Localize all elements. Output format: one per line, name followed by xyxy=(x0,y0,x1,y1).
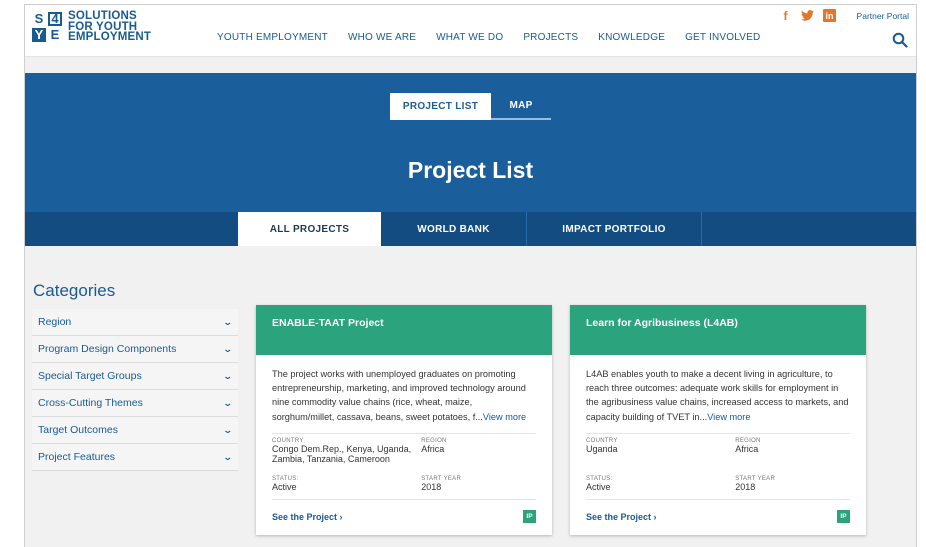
impact-portfolio-badge: IP xyxy=(523,509,536,523)
see-project-link[interactable]: See the Project › xyxy=(586,507,657,525)
start-year-value: 2018 xyxy=(421,482,442,492)
twitter-icon[interactable] xyxy=(801,9,814,22)
tab-world-bank[interactable]: WORLD BANK xyxy=(381,212,527,246)
project-card-description: The project works with unemployed gradua… xyxy=(256,355,552,433)
status-value: Active xyxy=(272,482,297,492)
category-region[interactable]: Region ⌄ xyxy=(32,309,238,336)
logo-letter-4: 4 xyxy=(48,11,62,26)
categories-filter-list: Region ⌄ Program Design Components ⌄ Spe… xyxy=(32,309,238,471)
see-project-label: See the Project xyxy=(272,512,338,522)
chevron-down-icon: ⌄ xyxy=(222,316,234,327)
nav-youth-employment[interactable]: YOUTH EMPLOYMENT xyxy=(217,32,328,43)
logo-letter-e: E xyxy=(50,26,60,42)
logo-mark: S 4 Y E xyxy=(32,10,62,42)
logo-line-3: EMPLOYMENT xyxy=(68,31,152,43)
project-card: Learn for Agribusiness (L4AB) L4AB enabl… xyxy=(570,305,866,535)
card-footer: See the Project › IP xyxy=(272,499,536,525)
chevron-down-icon: ⌄ xyxy=(222,451,234,462)
chevron-down-icon: ⌄ xyxy=(222,343,234,354)
category-program-design[interactable]: Program Design Components ⌄ xyxy=(32,336,238,363)
nav-what-we-do[interactable]: WHAT WE DO xyxy=(436,32,503,43)
facebook-icon[interactable]: f xyxy=(779,9,792,23)
nav-get-involved[interactable]: GET INVOLVED xyxy=(685,32,760,43)
category-label: Cross-Cutting Themes xyxy=(38,397,143,409)
site-header: S 4 Y E SOLUTIONS FOR YOUTH EMPLOYMENT Y… xyxy=(25,5,916,57)
view-more-link[interactable]: View more xyxy=(707,412,750,422)
country-value: Uganda xyxy=(586,444,618,454)
categories-heading: Categories xyxy=(33,281,116,300)
project-list-toggle[interactable]: PROJECT LIST xyxy=(390,93,491,120)
hero-banner: PROJECT LIST MAP Project List ALL PROJEC… xyxy=(25,73,916,246)
category-label: Region xyxy=(38,316,72,328)
tab-all-projects[interactable]: ALL PROJECTS xyxy=(238,212,381,246)
chevron-down-icon: ⌄ xyxy=(222,424,234,435)
category-cross-cutting-themes[interactable]: Cross-Cutting Themes ⌄ xyxy=(32,390,238,417)
region-value: Africa xyxy=(735,444,759,454)
nav-knowledge[interactable]: KNOWLEDGE xyxy=(598,32,665,43)
chevron-down-icon: ⌄ xyxy=(222,370,234,381)
region-value: Africa xyxy=(421,444,445,454)
category-label: Target Outcomes xyxy=(38,424,118,436)
map-toggle[interactable]: MAP xyxy=(491,93,551,120)
project-card: ENABLE-TAAT Project The project works wi… xyxy=(256,305,552,535)
nav-who-we-are[interactable]: WHO WE ARE xyxy=(348,32,416,43)
search-icon[interactable] xyxy=(892,32,908,48)
impact-portfolio-badge: IP xyxy=(837,509,850,523)
nav-projects[interactable]: PROJECTS xyxy=(523,32,578,43)
logo-letter-y: Y xyxy=(32,27,46,42)
partner-portal-link[interactable]: Partner Portal xyxy=(857,11,909,21)
project-meta: COUNTRY Uganda REGION Africa STATUS: Act… xyxy=(586,438,850,492)
category-label: Special Target Groups xyxy=(38,370,142,382)
page-title: Project List xyxy=(407,157,534,183)
tab-impact-portfolio[interactable]: IMPACT PORTFOLIO xyxy=(527,212,702,246)
divider xyxy=(586,433,850,434)
chevron-right-icon: › xyxy=(651,512,657,522)
country-value: Congo Dem.Rep., Kenya, Uganda, Zambia, T… xyxy=(272,444,412,464)
project-tabs: ALL PROJECTS WORLD BANK IMPACT PORTFOLIO xyxy=(25,212,916,246)
view-toggle: PROJECT LIST MAP xyxy=(390,93,551,120)
linkedin-icon[interactable]: in xyxy=(823,9,836,22)
chevron-right-icon: › xyxy=(337,512,343,522)
status-value: Active xyxy=(586,482,611,492)
category-project-features[interactable]: Project Features ⌄ xyxy=(32,444,238,471)
category-label: Project Features xyxy=(38,451,116,463)
page-frame: S 4 Y E SOLUTIONS FOR YOUTH EMPLOYMENT Y… xyxy=(24,4,917,547)
view-more-link[interactable]: View more xyxy=(483,412,526,422)
project-card-description: L4AB enables youth to make a decent livi… xyxy=(570,355,866,433)
start-year-value: 2018 xyxy=(735,482,756,492)
project-card-title[interactable]: ENABLE-TAAT Project xyxy=(256,305,552,355)
social-links: f in xyxy=(779,9,836,23)
see-project-link[interactable]: See the Project › xyxy=(272,507,343,525)
project-card-title[interactable]: Learn for Agribusiness (L4AB) xyxy=(570,305,866,355)
project-meta: COUNTRY Congo Dem.Rep., Kenya, Uganda, Z… xyxy=(272,438,536,492)
divider xyxy=(272,433,536,434)
category-label: Program Design Components xyxy=(38,343,177,355)
logo-letter-s: S xyxy=(34,10,44,26)
main-nav: YOUTH EMPLOYMENT WHO WE ARE WHAT WE DO P… xyxy=(217,32,780,43)
category-target-outcomes[interactable]: Target Outcomes ⌄ xyxy=(32,417,238,444)
chevron-down-icon: ⌄ xyxy=(222,397,234,408)
category-special-target-groups[interactable]: Special Target Groups ⌄ xyxy=(32,363,238,390)
see-project-label: See the Project xyxy=(586,512,652,522)
logo-wordmark: SOLUTIONS FOR YOUTH EMPLOYMENT xyxy=(68,11,151,43)
logo-line-1: SOLUTIONS xyxy=(68,10,137,22)
card-footer: See the Project › IP xyxy=(586,499,850,525)
s4ye-logo[interactable]: S 4 Y E SOLUTIONS FOR YOUTH EMPLOYMENT xyxy=(32,11,151,43)
